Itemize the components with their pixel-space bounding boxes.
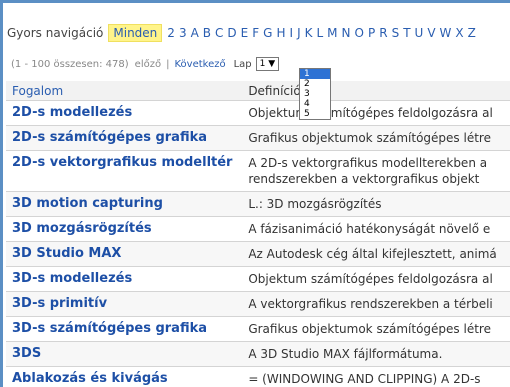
pager-separator: | [166,58,170,70]
table-row: 3D mozgásrögzítés A fázisanimáció hatékon… [6,216,510,242]
nav-letter-link[interactable]: E [241,26,249,40]
nav-letter-link[interactable]: I [290,26,294,40]
definition-text: L.: 3D mozgásrögzítés [242,191,510,217]
definition-text: A vektorgrafikus rendszerekben a térbeli [242,291,510,317]
term-link[interactable]: 3D Studio MAX [6,241,243,267]
nav-letter-link[interactable]: A [191,26,199,40]
nav-letter-link[interactable]: V [427,26,435,40]
nav-letter-link[interactable]: S [392,26,400,40]
nav-letter-link[interactable]: F [252,26,259,40]
next-link[interactable]: Következő [174,59,225,70]
glossary-table: Fogalom Definíció 2D-s modellezés Objektu… [6,81,510,387]
result-count: (1 - 100 összesen: 478) [11,58,129,70]
nav-letter-links: 23ABCDEFGHIJKLMNOPRSTUVWXZ [167,26,480,40]
page-option[interactable]: 4 [300,99,330,109]
term-link[interactable]: 3D-s primitív [6,291,243,317]
table-row: 3D-s primitív A vektorgrafikus rendszerek… [6,291,510,317]
definition-text: A 2D-s vektorgrafikus modellterekben a r… [242,150,510,192]
table-row: 3DS A 3D Studio MAX fájlformátuma. [6,341,510,367]
nav-letter-link[interactable]: H [276,26,285,40]
page-option[interactable]: 1 [300,69,330,79]
term-link[interactable]: 3DS [6,341,243,367]
prev-link[interactable]: előző [135,59,161,70]
page-option[interactable]: 3 [300,89,330,99]
glossary-panel: Gyors navigáció Minden 23ABCDEFGHIJKLMNO… [0,0,510,387]
quick-navigation: Gyors navigáció Minden 23ABCDEFGHIJKLMNO… [7,23,480,43]
definition-text: Objektum számítógépes feldolgozásra al [242,100,510,126]
table-row: 3D-s számítógépes grafika Grafikus objekt… [6,316,510,342]
term-link[interactable]: Ablakozás és kivágás [6,366,243,387]
table-header-row: Fogalom Definíció [6,81,510,101]
nav-letter-link[interactable]: B [203,26,211,40]
term-link[interactable]: 2D-s modellezés [6,100,243,126]
nav-letter-link[interactable]: P [368,26,375,40]
table-row: 3D-s modellezés Objektum számítógépes fel… [6,266,510,292]
definition-text: Az Autodesk cég által kifejlesztett, ani… [242,241,510,267]
nav-letter-link[interactable]: O [355,26,364,40]
nav-letter-link[interactable]: U [415,26,424,40]
table-row: 3D Studio MAX Az Autodesk cég által kifej… [6,241,510,267]
term-link[interactable]: 2D-s számítógépes grafika [6,125,243,151]
term-link[interactable]: 3D-s számítógépes grafika [6,316,243,342]
definition-text: Grafikus objektumok számítógépes létre [242,316,510,342]
nav-letter-link[interactable]: T [403,26,410,40]
nav-letter-link[interactable]: 2 [167,26,175,40]
definition-text: = (WINDOWING AND CLIPPING) A 2D-s [242,366,510,387]
nav-letter-link[interactable]: N [342,26,351,40]
header-definition[interactable]: Definíció [242,81,510,101]
pager: (1 - 100 összesen: 478) előző | Következ… [11,57,280,71]
page-dropdown-list: 12345 [299,68,331,120]
table-row: Ablakozás és kivágás = (WINDOWING AND CLI… [6,366,510,387]
definition-text: Grafikus objektumok számítógépes létre [242,125,510,151]
nav-letter-link[interactable]: X [455,26,463,40]
nav-letter-link[interactable]: M [327,26,337,40]
header-term[interactable]: Fogalom [6,81,243,101]
nav-all-link[interactable]: Minden [108,24,163,42]
nav-letter-link[interactable]: Z [468,26,476,40]
table-row: 3D motion capturing L.: 3D mozgásrögzítés [6,191,510,217]
definition-text: A 3D Studio MAX fájlformátuma. [242,341,510,367]
nav-letter-link[interactable]: R [379,26,387,40]
nav-letter-link[interactable]: L [316,26,323,40]
term-link[interactable]: 3D mozgásrögzítés [6,216,243,242]
nav-letter-link[interactable]: J [297,26,301,40]
nav-letter-link[interactable]: D [227,26,236,40]
definition-text: A fázisanimáció hatékonyságát növelő e [242,216,510,242]
table-row: 2D-s modellezés Objektum számítógépes fel… [6,100,510,126]
table-row: 2D-s számítógépes grafika Grafikus objekt… [6,125,510,151]
nav-letter-link[interactable]: K [305,26,313,40]
nav-letter-link[interactable]: 3 [179,26,187,40]
page-option[interactable]: 2 [300,79,330,89]
term-link[interactable]: 2D-s vektorgrafikus modelltér [6,150,243,192]
page-label: Lap [233,58,252,70]
page-select[interactable]: 1 ▼ [255,57,280,71]
nav-letter-link[interactable]: W [440,26,452,40]
quick-nav-label: Gyors navigáció [7,26,104,40]
definition-text: Objektum számítógépes feldolgozásra al [242,266,510,292]
nav-letter-link[interactable]: G [263,26,272,40]
table-row: 2D-s vektorgrafikus modelltér A 2D-s vekt… [6,150,510,192]
nav-letter-link[interactable]: C [215,26,223,40]
term-link[interactable]: 3D-s modellezés [6,266,243,292]
table-body: 2D-s modellezés Objektum számítógépes fel… [6,100,510,387]
page-option[interactable]: 5 [300,109,330,119]
term-link[interactable]: 3D motion capturing [6,191,243,217]
